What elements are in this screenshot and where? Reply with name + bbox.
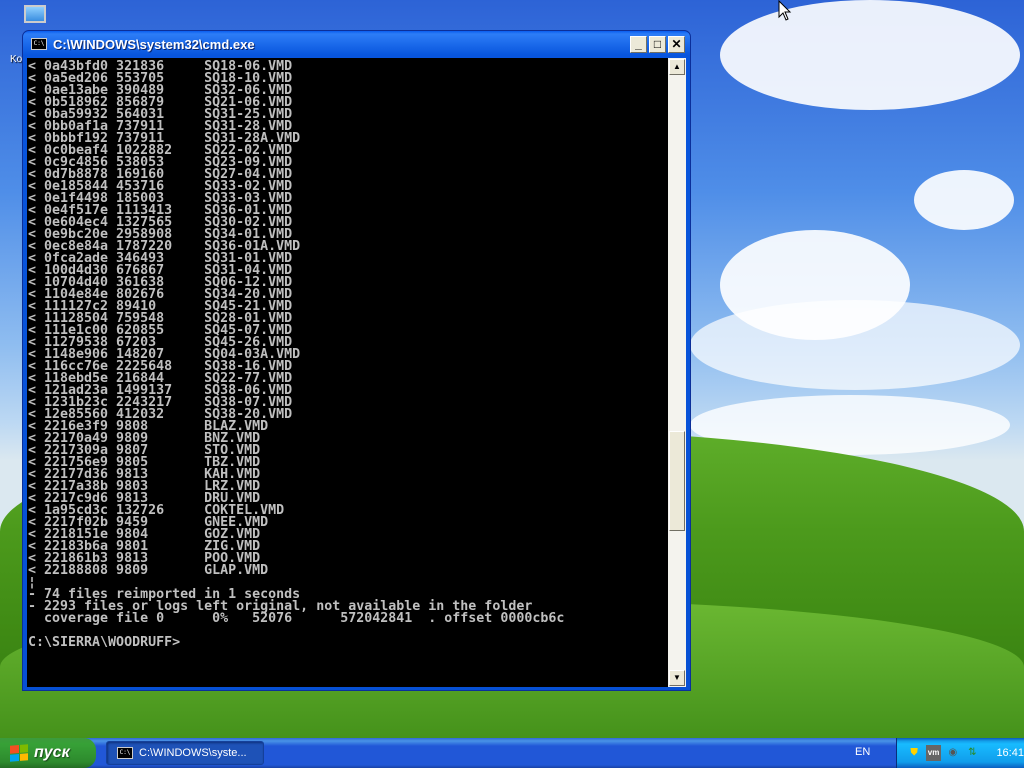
scroll-down-button[interactable]: ▼ — [669, 670, 685, 686]
cmd-icon: C:\ — [117, 747, 133, 759]
close-button[interactable]: ✕ — [668, 36, 685, 53]
cloud — [690, 300, 1020, 390]
console-line: coverage file 0 0% 52076 572042841 . off… — [28, 611, 565, 626]
cloud — [914, 170, 1014, 230]
desktop-icon-label: Ko — [10, 54, 23, 65]
mouse-cursor-icon — [778, 0, 792, 21]
security-shield-icon[interactable]: ⛊ — [907, 745, 921, 761]
window-title: C:\WINDOWS\system32\cmd.exe — [53, 36, 255, 52]
taskbar-item-cmd[interactable]: C:\ C:\WINDOWS\syste... — [106, 741, 264, 765]
task-label: C:\WINDOWS\syste... — [139, 747, 247, 759]
clock: 16:41 — [996, 747, 1024, 759]
scroll-up-button[interactable]: ▲ — [669, 59, 685, 75]
volume-icon[interactable]: ◉ — [946, 745, 960, 761]
command-prompt: C:\SIERRA\WOODRUFF> — [28, 635, 181, 650]
console-area[interactable]: < 0a43bfd0 321836 SQ18-06.VMD < 0a5ed206 … — [27, 58, 668, 687]
start-button[interactable]: пуск — [0, 738, 96, 768]
minimize-button[interactable]: _ — [630, 36, 647, 53]
language-indicator[interactable]: EN — [855, 746, 870, 758]
vertical-scrollbar[interactable]: ▲ ▼ — [668, 58, 686, 687]
cloud — [720, 0, 1020, 110]
vmware-icon[interactable]: vm — [926, 745, 941, 761]
windows-logo-icon — [10, 744, 28, 762]
cmd-window: C:\ C:\WINDOWS\system32\cmd.exe _ □ ✕ < … — [22, 30, 691, 691]
maximize-button[interactable]: □ — [649, 36, 666, 53]
system-tray: ⛊ vm ◉ ⇅ 16:41 — [896, 738, 1024, 768]
cmd-icon: C:\ — [31, 38, 47, 50]
console-line: < 22188808 9809 GLAP.VMD — [28, 563, 269, 578]
start-label: пуск — [34, 744, 70, 761]
title-bar[interactable]: C:\ C:\WINDOWS\system32\cmd.exe _ □ ✕ — [23, 31, 690, 57]
network-icon[interactable]: ⇅ — [965, 745, 979, 761]
taskbar: пуск C:\ C:\WINDOWS\syste... EN ⛊ vm ◉ ⇅… — [0, 738, 1024, 768]
my-computer-icon[interactable] — [22, 2, 56, 32]
scroll-thumb[interactable] — [669, 431, 685, 531]
console-output: < 0a43bfd0 321836 SQ18-06.VMD < 0a5ed206 … — [27, 58, 668, 649]
